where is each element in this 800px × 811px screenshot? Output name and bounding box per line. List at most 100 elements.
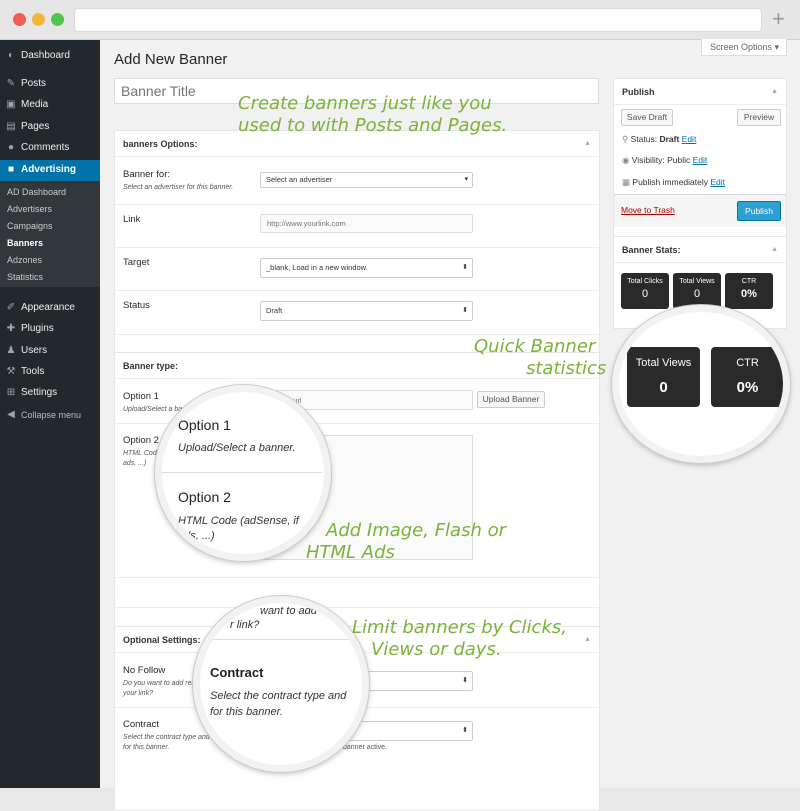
publish-actions: Move to Trash Publish	[614, 194, 786, 227]
sidebar-item-settings[interactable]: ⊞ Settings	[0, 383, 100, 403]
sidebar-item-plugins[interactable]: ✚ Plugins	[0, 319, 100, 339]
users-icon: ♟	[6, 345, 16, 356]
schedule-text: Publish immediately	[632, 177, 708, 187]
edit-status-link[interactable]: Edit	[682, 134, 697, 144]
divider	[115, 334, 599, 335]
dashboard-icon: ◐	[7, 50, 15, 61]
comments-icon: ●	[7, 142, 15, 153]
chevron-down-icon: ▾	[464, 176, 468, 183]
screen-options-button[interactable]: Screen Options ▾	[701, 39, 787, 56]
divider	[162, 472, 322, 473]
sidebar-item-pages[interactable]: ▤ Pages	[0, 117, 100, 137]
collapse-arrow-icon[interactable]: ▲	[584, 627, 591, 653]
status-value: Draft	[659, 134, 680, 144]
link-input[interactable]	[260, 214, 473, 233]
box-title: Banner type:	[123, 361, 179, 371]
stat-value: 0	[693, 288, 701, 300]
collapse-arrow-icon[interactable]: ▲	[771, 237, 778, 263]
page-title: Add New Banner	[114, 51, 228, 68]
sidebar-item-label: Settings	[21, 387, 58, 398]
chevron-updown-icon: ⬍	[462, 307, 468, 314]
move-to-trash-link[interactable]: Move to Trash	[621, 205, 675, 215]
zoom-lens-contract: want to add r link? Contract Select the …	[193, 596, 369, 772]
advertising-icon: ■	[7, 164, 15, 175]
status-row: ⚲ Status: Draft Edit	[622, 134, 696, 145]
sidebar-item-media[interactable]: ▣ Media	[0, 95, 100, 115]
media-icon: ▣	[6, 99, 16, 110]
sidebar-item-users[interactable]: ♟ Users	[0, 341, 100, 361]
annotation-quick-stats: Quick Banner	[474, 336, 596, 357]
collapse-menu-button[interactable]: ◀ Collapse menu	[0, 405, 100, 425]
sidebar-item-dashboard[interactable]: ◐ Dashboard	[0, 46, 100, 66]
ctr-stat: CTR 0%	[725, 273, 773, 309]
option2-hint-cont: ads, ...)	[123, 460, 147, 467]
submenu-adzones[interactable]: Adzones	[7, 253, 42, 267]
sidebar-item-posts[interactable]: ✎ Posts	[0, 74, 100, 94]
contract-label: Contract	[123, 719, 159, 730]
sidebar-item-appearance[interactable]: ✐ Appearance	[0, 298, 100, 318]
collapse-arrow-icon[interactable]: ▲	[771, 79, 778, 105]
save-draft-button[interactable]: Save Draft	[621, 109, 673, 126]
minimize-dot-icon[interactable]	[32, 13, 45, 26]
chevron-updown-icon: ⬍	[462, 727, 468, 734]
sidebar-item-advertising[interactable]: ■ Advertising	[0, 160, 100, 181]
contract-hint-cont: for this banner.	[123, 744, 170, 751]
preview-button[interactable]: Preview	[737, 109, 781, 126]
sidebar-item-label: Posts	[21, 78, 47, 89]
sidebar-item-comments[interactable]: ● Comments	[0, 138, 100, 158]
banner-for-label: Banner for:	[123, 169, 170, 180]
edit-visibility-link[interactable]: Edit	[693, 155, 708, 165]
sidebar-item-label: Plugins	[21, 323, 54, 334]
stat-label: Total Clicks	[627, 278, 663, 285]
zoom-option1-label: Option 1	[178, 417, 231, 433]
zoom-ctr-stat: CTR 0%	[711, 347, 783, 407]
visibility-row: ◉ Visibility: Public Edit	[622, 155, 707, 166]
submenu-banners[interactable]: Banners	[7, 236, 43, 250]
divider	[115, 247, 599, 248]
edit-schedule-link[interactable]: Edit	[710, 177, 725, 187]
chevron-updown-icon: ⬍	[462, 677, 468, 684]
sidebar-item-label: Appearance	[21, 302, 75, 313]
sidebar-item-label: Advertising	[21, 164, 77, 175]
total-views-stat: Total Views 0	[673, 273, 721, 309]
box-title: Banner Stats:	[622, 245, 681, 255]
sidebar-item-label: Comments	[21, 142, 70, 153]
new-tab-plus-icon[interactable]: +	[772, 6, 785, 32]
maximize-dot-icon[interactable]	[51, 13, 64, 26]
sidebar-item-label: Pages	[21, 121, 50, 132]
divider	[115, 607, 599, 608]
status-key: Status:	[630, 134, 658, 144]
admin-sidebar: ◐ Dashboard ✎ Posts ▣ Media ▤ Pages ● Comment…	[0, 40, 100, 788]
stat-label: Total Views	[679, 278, 715, 285]
visibility-value: Public	[667, 155, 691, 165]
collapse-icon: ◀	[7, 409, 15, 420]
submenu-advertisers[interactable]: Advertisers	[7, 202, 52, 216]
submenu-campaigns[interactable]: Campaigns	[7, 219, 53, 233]
upload-banner-button[interactable]: Upload Banner	[477, 391, 545, 408]
stat-value: 0%	[741, 288, 757, 300]
zoom-contract-label: Contract	[210, 665, 264, 680]
address-bar[interactable]	[74, 8, 762, 32]
zoom-total-views-stat: Total Views 0	[627, 347, 700, 407]
close-dot-icon[interactable]	[13, 13, 26, 26]
box-header: Publish ▲	[614, 79, 786, 105]
zoom-lens-options: Option 1 Upload/Select a banner. Option …	[155, 385, 331, 561]
target-select[interactable]: _blank, Load in a new window. ⬍	[260, 258, 473, 278]
sidebar-item-label: Collapse menu	[21, 410, 82, 420]
sidebar-item-label: Dashboard	[21, 50, 70, 61]
box-title: Publish	[622, 87, 655, 97]
zoom-nofollow-hint-cont: r link?	[230, 619, 260, 631]
collapse-arrow-icon[interactable]: ▲	[584, 131, 591, 157]
link-label: Link	[123, 214, 141, 225]
sidebar-item-tools[interactable]: ⚒ Tools	[0, 362, 100, 382]
select-value: _blank, Load in a new window.	[266, 263, 368, 272]
publish-button[interactable]: Publish	[737, 201, 781, 221]
box-title: banners Options:	[123, 139, 198, 149]
submenu-statistics[interactable]: Statistics	[7, 270, 43, 284]
advertiser-select[interactable]: Select an advertiser ▾	[260, 172, 473, 188]
status-select[interactable]: Draft ⬍	[260, 301, 473, 321]
annotation-create-banners-cont: used to with Posts and Pages.	[238, 115, 508, 136]
option2-label: Option 2	[123, 435, 159, 446]
zoom-contract-hint-cont: for this banner.	[210, 706, 283, 718]
submenu-ad-dashboard[interactable]: AD Dashboard	[7, 185, 66, 199]
